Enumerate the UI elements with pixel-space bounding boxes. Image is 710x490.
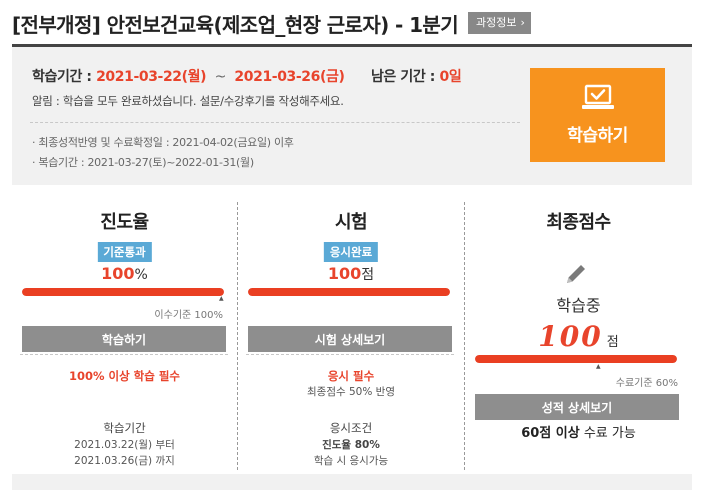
exam-score-unit: 점 [361, 267, 375, 283]
progress-threshold-note: 이수기준 100% [154, 310, 223, 321]
final-threshold-note: 수료기준 60% [615, 378, 678, 389]
final-score-bar [475, 355, 677, 363]
threshold-marker-icon: ▲ [596, 363, 601, 370]
chevron-right-icon: › [520, 16, 525, 29]
final-score-title: 최종점수 [546, 212, 611, 233]
progress-unit: % [134, 267, 148, 283]
progress-panel: 진도율 기준통과 100% ▲ 이수기준 100% 학습하기 100% 이상 학… [12, 202, 237, 472]
course-info-label: 과정정보 [476, 16, 517, 29]
final-score-line: 100 점 [465, 320, 692, 353]
threshold-marker-icon: ▲ [219, 295, 224, 302]
divider [246, 354, 454, 355]
course-info-button[interactable]: 과정정보 › [468, 12, 531, 34]
completion-criteria: 60점 이상 수료 가능 [465, 422, 692, 441]
period-separator: ~ [214, 69, 227, 85]
title-row: [전부개정] 안전보건교육(제조업_현장 근로자) - 1분기 과정정보 › [12, 8, 531, 38]
study-period-from: 2021.03.22(월) 부터 [74, 439, 175, 451]
pencil-icon [562, 260, 590, 292]
course-title: [전부개정] 안전보건교육(제조업_현장 근로자) - 1분기 [12, 12, 459, 37]
review-period-note: · 복습기간 : 2021-03-27(토)~2022-01-31(월) [32, 156, 254, 169]
progress-value: 100 [101, 264, 135, 283]
progress-title: 진도율 [100, 212, 149, 233]
study-period-line: 학습기간 : 2021-03-22(월) ~ 2021-03-26(금) 남은 … [32, 66, 462, 86]
final-status: 학습중 [556, 296, 601, 315]
completion-notice: 알림 : 학습을 모두 완료하셨습니다. 설문/수강후기를 작성해주세요. [32, 94, 344, 108]
exam-condition-progress: 진도율 80% [322, 439, 380, 451]
start-study-button[interactable]: 학습하기 [530, 68, 665, 162]
start-study-label: 학습하기 [567, 126, 628, 145]
progress-requirement: 100% 이상 학습 필수 [68, 369, 181, 383]
exam-score-line: 100점 [238, 264, 464, 284]
final-grade-date-note: · 최종성적반영 및 수료확정일 : 2021-04-02(금요일) 이후 [32, 136, 294, 149]
grade-detail-button[interactable]: 성적 상세보기 [475, 394, 679, 420]
divider [30, 122, 520, 123]
study-period-heading: 학습기간 [103, 421, 146, 435]
final-score-bar-fill [475, 355, 677, 363]
footer-strip [12, 474, 692, 490]
exam-detail-button[interactable]: 시험 상세보기 [248, 326, 452, 352]
final-score-panel: 최종점수 학습중 100 점 ▲ 수료기준 60% 성적 상세보기 60점 이상 … [465, 202, 692, 472]
progress-bar-fill [22, 288, 224, 296]
study-button[interactable]: 학습하기 [22, 326, 226, 352]
progress-value-line: 100% [12, 264, 237, 283]
remaining-value: 0일 [439, 69, 462, 85]
exam-status-badge: 응시완료 [323, 242, 379, 262]
final-score-value: 100 [538, 320, 603, 353]
progress-bar [22, 288, 224, 296]
study-period-label: 학습기간 : [32, 69, 92, 85]
laptop-check-icon [581, 84, 615, 115]
exam-score-bar [248, 288, 450, 296]
exam-score: 100 [327, 264, 362, 283]
remaining-label: 남은 기간 : [370, 69, 436, 85]
exam-reflect-note: 최종점수 50% 반영 [307, 386, 395, 398]
exam-condition-heading: 응시조건 [329, 421, 373, 435]
exam-score-bar-fill [248, 288, 450, 296]
final-score-unit: 점 [606, 335, 619, 350]
progress-status-badge: 기준통과 [97, 242, 152, 262]
exam-title: 시험 [334, 212, 368, 233]
study-start-date: 2021-03-22(월) [96, 69, 207, 85]
course-info-panel: 학습기간 : 2021-03-22(월) ~ 2021-03-26(금) 남은 … [12, 44, 692, 185]
divider [20, 354, 228, 355]
study-end-date: 2021-03-26(금) [234, 69, 345, 85]
completion-criteria-score: 60점 이상 [521, 426, 580, 441]
exam-requirement: 응시 필수 [327, 369, 375, 383]
exam-panel: 시험 응시완료 100점 시험 상세보기 응시 필수 최종점수 50% 반영 응… [238, 202, 464, 472]
study-period-to: 2021.03.26(금) 까지 [74, 455, 175, 467]
completion-criteria-text: 수료 가능 [579, 426, 636, 441]
exam-condition-availability: 학습 시 응시가능 [313, 455, 389, 467]
